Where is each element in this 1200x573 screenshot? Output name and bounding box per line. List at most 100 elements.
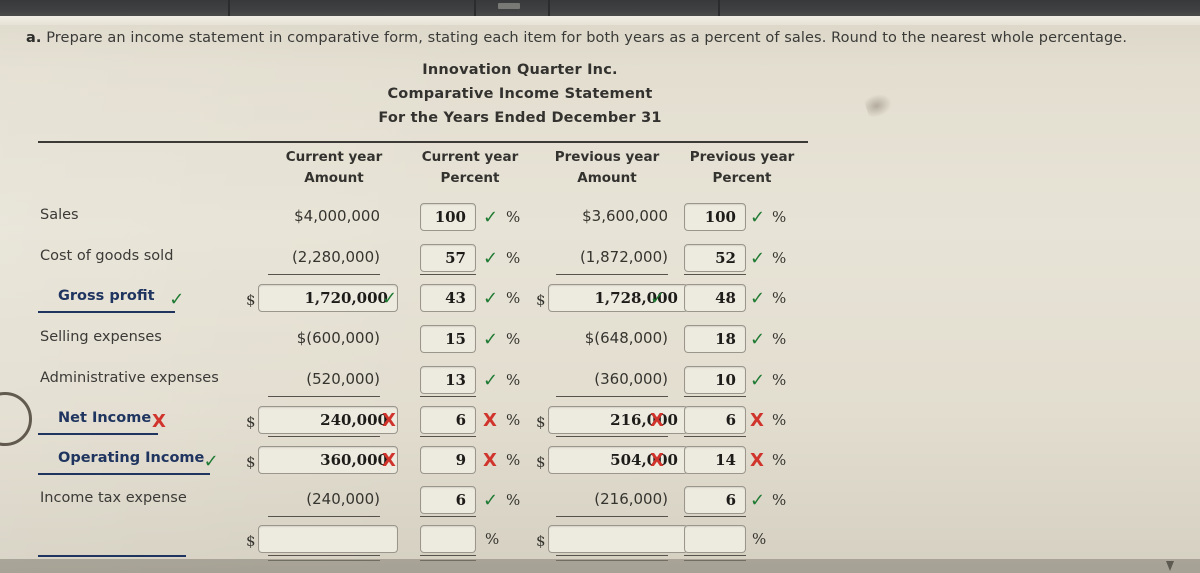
column-header-previous-amount: Previous year Amount (537, 147, 677, 189)
current-percent-input[interactable]: 9 (420, 446, 476, 474)
scroll-down-arrow-icon[interactable] (1166, 561, 1174, 571)
current-percent-input[interactable] (420, 525, 476, 553)
column-header-line2: Percent (440, 170, 500, 186)
income-statement: Innovation Quarter Inc. Comparative Inco… (0, 58, 1200, 130)
row-label-incorrect-icon: X (152, 411, 166, 432)
previous-percent-input[interactable]: 6 (684, 406, 746, 434)
previous-percent-input[interactable]: 100 (684, 203, 746, 231)
current-percent-sign: % (506, 330, 521, 348)
current-amount-dollar-sign: $ (246, 532, 256, 550)
current-percent-correct-icon: ✓ (483, 329, 499, 350)
previous-amount-input[interactable]: 216,000 (548, 406, 688, 434)
previous-percent-input[interactable]: 18 (684, 325, 746, 353)
previous-amount-text: $(648,000) (584, 329, 668, 347)
row-label: Operating Income (58, 450, 205, 466)
row-label-underline (38, 433, 158, 435)
current-percent-incorrect-icon: X (483, 410, 497, 431)
column-header-line1: Current year (285, 149, 383, 165)
table-row: Operating Income ✓ $360,000 X 9 X% $504,000 X 14… (0, 443, 1200, 483)
previous-percent-sign: % (772, 371, 787, 389)
column-header-current-percent: Current year Percent (400, 147, 540, 189)
column-header-line2: Percent (712, 170, 772, 186)
previous-percent-input[interactable] (684, 525, 746, 553)
table-row: Administrative expenses (520,000) 13 ✓% (360… (0, 363, 1200, 403)
subtotal-rule-current-amount (268, 396, 380, 397)
row-label: Sales (40, 207, 79, 223)
current-percent-incorrect-icon: X (483, 450, 497, 471)
header-rule (38, 141, 808, 143)
photo-bottom-strip (0, 559, 1200, 573)
previous-percent-input[interactable]: 6 (684, 486, 746, 514)
previous-percent-input[interactable]: 10 (684, 366, 746, 394)
previous-percent-input[interactable]: 52 (684, 244, 746, 272)
row-label: Net Income (58, 410, 152, 426)
current-percent-input[interactable]: 57 (420, 244, 476, 272)
current-percent-input[interactable]: 6 (420, 486, 476, 514)
previous-amount-text: (360,000) (594, 370, 668, 388)
current-amount-text: (520,000) (306, 370, 380, 388)
current-percent-correct-icon: ✓ (483, 370, 499, 391)
previous-amount-incorrect-icon: X (650, 450, 664, 471)
table-row: Gross profit ✓ $1,720,000 ✓ 43 ✓% $1,728,000 ✓ 4… (0, 281, 1200, 321)
row-label: Cost of goods sold (40, 248, 174, 264)
previous-percent-input[interactable]: 48 (684, 284, 746, 312)
row-label-underline (38, 555, 186, 557)
current-percent-correct-icon: ✓ (483, 288, 499, 309)
subtotal-rule-current-amount (268, 516, 380, 517)
current-amount-input[interactable]: 360,000 (258, 446, 398, 474)
current-percent-correct-icon: ✓ (483, 490, 499, 511)
current-percent-sign: % (506, 208, 521, 226)
previous-amount-dollar-sign: $ (536, 453, 546, 471)
previous-amount-text: (216,000) (594, 490, 668, 508)
row-label: Income tax expense (40, 490, 187, 506)
previous-percent-sign: % (772, 249, 787, 267)
subtotal-rule-current-percent (420, 516, 476, 517)
current-amount-input[interactable]: 240,000 (258, 406, 398, 434)
current-amount-input[interactable]: 1,720,000 (258, 284, 398, 312)
subtotal-rule-previous-percent (684, 396, 746, 397)
current-percent-input[interactable]: 6 (420, 406, 476, 434)
subtotal-rule-previous-percent (684, 436, 746, 437)
previous-percent-correct-icon: ✓ (750, 490, 766, 511)
previous-amount-correct-icon: ✓ (650, 288, 666, 309)
table-row: Cost of goods sold (2,280,000) 57 ✓% (1,872,… (0, 241, 1200, 281)
previous-percent-input[interactable]: 14 (684, 446, 746, 474)
current-amount-text: (240,000) (306, 490, 380, 508)
previous-amount-input[interactable]: 1,728,000 (548, 284, 688, 312)
table-row: Income tax expense (240,000) 6 ✓% (216,000) 6… (0, 483, 1200, 523)
column-header-line1: Previous year (554, 149, 660, 165)
current-percent-input[interactable]: 13 (420, 366, 476, 394)
row-label-underline (38, 473, 210, 475)
row-label-underline (38, 311, 176, 313)
subtotal-rule-previous-amount (556, 274, 668, 275)
subtotal-rule-previous-percent (684, 516, 746, 517)
previous-amount-dollar-sign: $ (536, 532, 546, 550)
previous-percent-sign: % (772, 491, 787, 509)
current-percent-input[interactable]: 100 (420, 203, 476, 231)
previous-amount-input[interactable]: 504,000 (548, 446, 688, 474)
previous-percent-correct-icon: ✓ (750, 288, 766, 309)
subtotal-rule-current-amount (268, 436, 380, 437)
current-amount-correct-icon: ✓ (382, 288, 398, 309)
current-amount-text: $(600,000) (296, 329, 380, 347)
row-label-correct-icon: ✓ (169, 289, 185, 310)
question-prompt: a. Prepare an income statement in compar… (26, 30, 1186, 46)
current-percent-sign: % (506, 491, 521, 509)
question-label: a. (26, 30, 42, 46)
column-header-line1: Previous year (689, 149, 795, 165)
subtotal-rule-current-amount (268, 274, 380, 275)
column-header-line2: Amount (577, 170, 637, 186)
table-row: Net Income X $240,000 X 6 X% $216,000 X 6 X% (0, 403, 1200, 443)
subtotal-rule-previous-percent (684, 274, 746, 275)
previous-amount-input[interactable] (548, 525, 688, 553)
company-name: Innovation Quarter Inc. (422, 62, 618, 78)
previous-percent-sign: % (772, 451, 787, 469)
current-percent-sign: % (506, 411, 521, 429)
statement-title: Comparative Income Statement (387, 86, 653, 102)
current-percent-input[interactable]: 43 (420, 284, 476, 312)
current-amount-input[interactable] (258, 525, 398, 553)
current-percent-input[interactable]: 15 (420, 325, 476, 353)
previous-percent-sign: % (772, 289, 787, 307)
current-amount-dollar-sign: $ (246, 413, 256, 431)
current-amount-incorrect-icon: X (382, 450, 396, 471)
